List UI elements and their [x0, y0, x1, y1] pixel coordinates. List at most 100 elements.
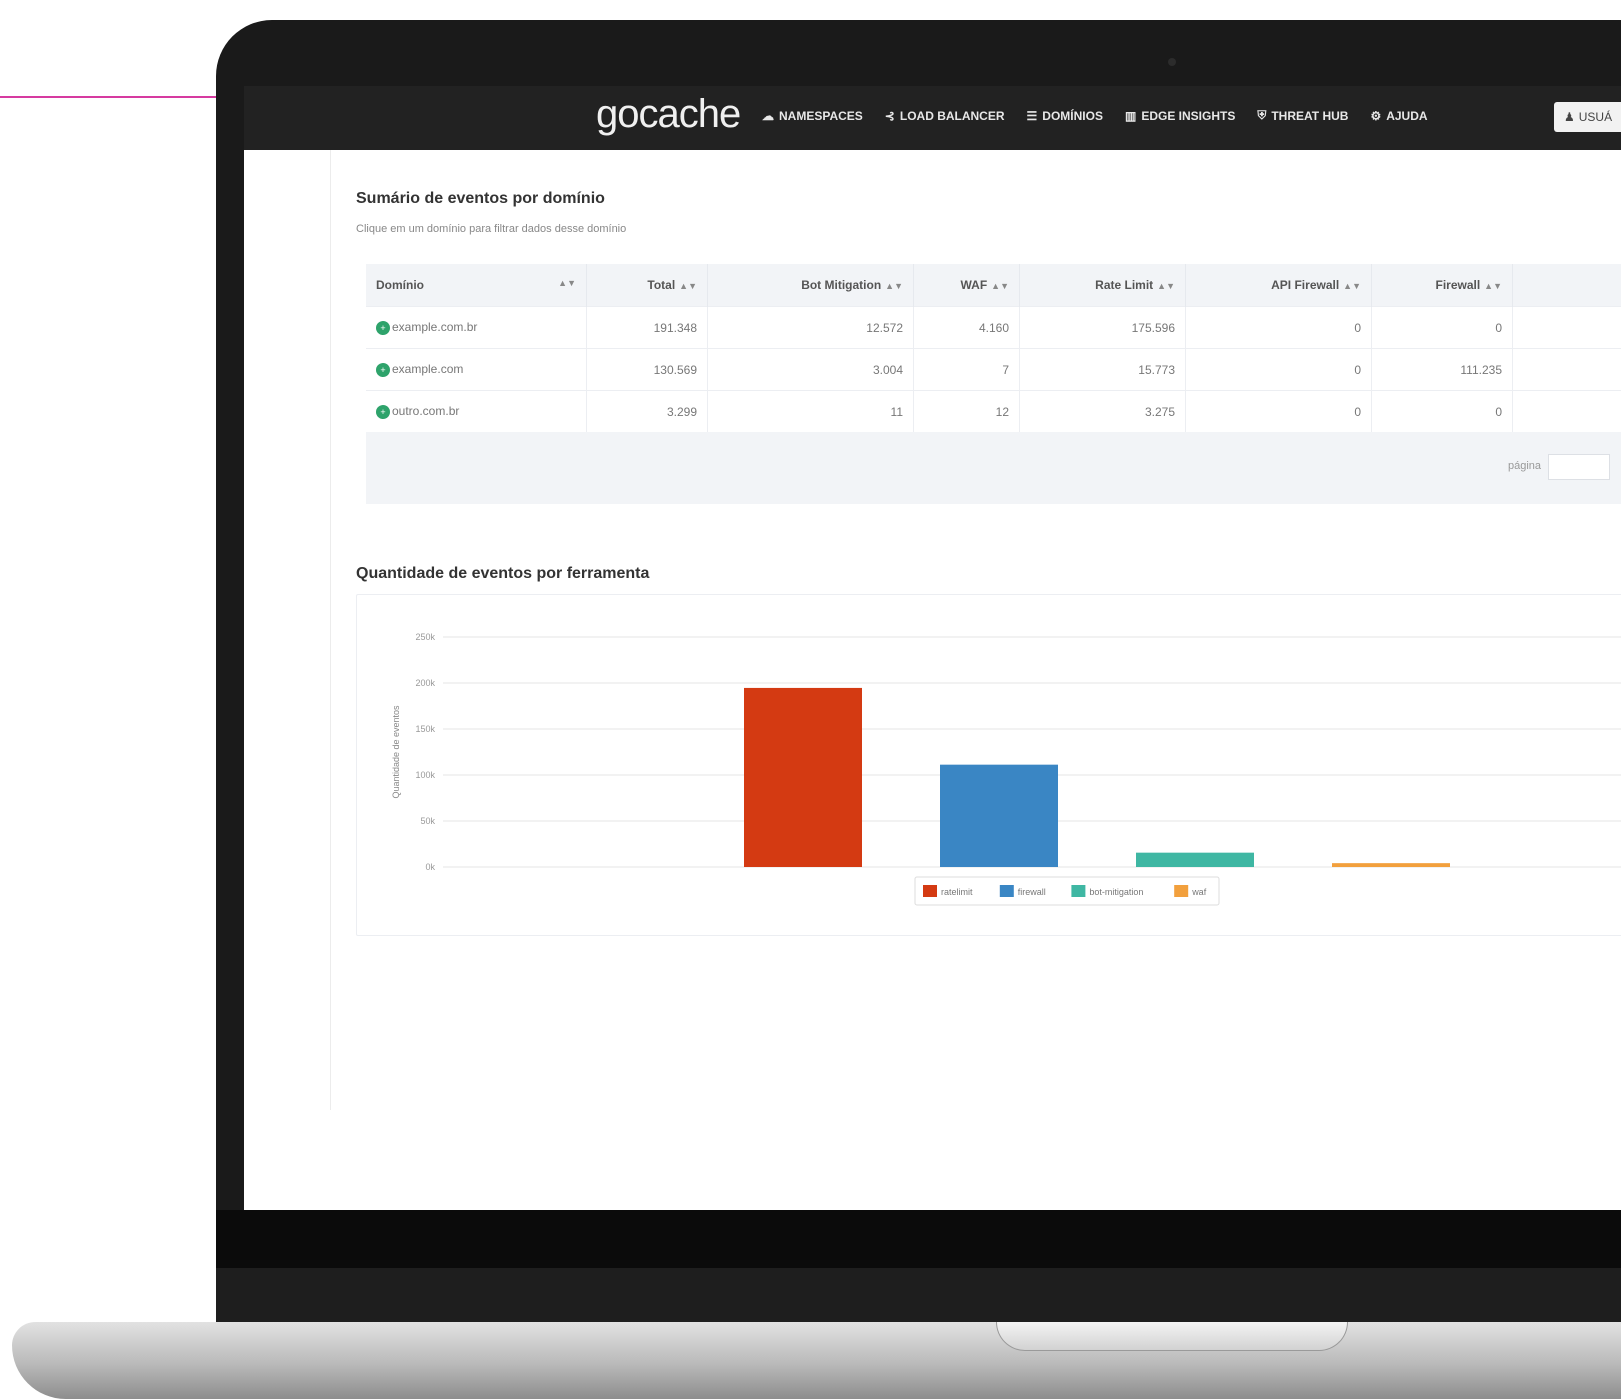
nav-menu: ☁ NAMESPACES ⊰ LOAD BALANCER ☰ DOMÍNIOS … — [762, 108, 1428, 123]
col-header-extra — [1512, 264, 1621, 307]
nav-item-label: EDGE INSIGHTS — [1141, 108, 1236, 123]
share-icon: ⊰ — [884, 108, 895, 123]
bar-waf — [1332, 863, 1450, 867]
cell-extra — [1512, 348, 1621, 391]
col-header-bot-mitigation[interactable]: Bot Mitigation ▲▼ — [707, 264, 914, 307]
sort-icon[interactable]: ▲▼ — [679, 281, 697, 291]
cell-bot-mitigation: 3.004 — [707, 348, 914, 391]
y-axis-label: Quantidade de eventos — [391, 705, 401, 799]
bar-bot-mitigation — [1136, 852, 1254, 867]
cell-waf: 4.160 — [913, 306, 1020, 349]
cell-firewall: 0 — [1371, 306, 1513, 349]
cell-waf: 12 — [913, 390, 1020, 432]
gocache-logo[interactable]: gocache — [596, 92, 741, 137]
legend-label-waf: waf — [1191, 887, 1207, 897]
laptop-base — [12, 1322, 1621, 1399]
col-header-firewall[interactable]: Firewall ▲▼ — [1371, 264, 1513, 307]
bar-ratelimit — [744, 687, 862, 867]
cell-api-firewall: 0 — [1185, 390, 1372, 432]
cloud-icon: ☁ — [762, 108, 774, 123]
legend-swatch-firewall — [999, 885, 1014, 897]
tools-bar-chart: 0k 50k 100k 150k 200k 250k Quantidade de event… — [391, 632, 1621, 906]
col-header-rate-limit[interactable]: Rate Limit ▲▼ — [1019, 264, 1186, 307]
y-tick-label: 50k — [420, 816, 435, 826]
content-divider — [330, 150, 331, 1110]
cell-extra — [1512, 390, 1621, 432]
y-tick-label: 250k — [415, 632, 435, 642]
summary-table: Domínio ▲▼ Total ▲▼ Bot Mitigation ▲▼ WAF ▲▼… — [366, 264, 1621, 432]
summary-subtitle: Clique em um domínio para filtrar dados … — [356, 223, 627, 235]
user-menu-label: USUÁ — [1578, 110, 1613, 124]
cell-total: 191.348 — [586, 306, 708, 349]
y-tick-label: 200k — [415, 678, 435, 688]
sort-icon[interactable]: ▲▼ — [885, 281, 903, 291]
legend-label-bot-mitigation: bot-mitigation — [1089, 887, 1143, 897]
nav-item-threat-hub[interactable]: ⛨ THREAT HUB — [1257, 108, 1348, 123]
cell-api-firewall: 0 — [1185, 306, 1372, 349]
list-icon: ☰ — [1026, 108, 1038, 123]
legend-swatch-waf — [1174, 885, 1189, 897]
domain-cell[interactable]: + outro.com.br — [366, 390, 587, 432]
nav-item-dominios[interactable]: ☰ DOMÍNIOS — [1027, 108, 1103, 123]
sort-icon[interactable]: ▲▼ — [558, 278, 576, 288]
top-navbar: gocache ☁ NAMESPACES ⊰ LOAD BALANCER ☰ D… — [244, 86, 1621, 150]
accent-line — [0, 96, 220, 98]
cell-rate-limit: 15.773 — [1019, 348, 1186, 391]
shield-icon: ⛨ — [1257, 108, 1267, 122]
help-icon: ⚙ — [1370, 108, 1382, 123]
legend-label-firewall: firewall — [1018, 887, 1046, 897]
sort-icon[interactable]: ▲▼ — [1484, 281, 1502, 291]
cell-waf: 7 — [913, 348, 1020, 391]
nav-item-load-balancer[interactable]: ⊰ LOAD BALANCER — [885, 108, 1005, 123]
cell-bot-mitigation: 12.572 — [707, 306, 914, 349]
nav-item-ajuda[interactable]: ⚙ AJUDA — [1370, 108, 1427, 123]
plus-circle-icon[interactable]: + — [376, 362, 390, 377]
table-row[interactable]: + example.com 130.569 3.004 7 15.773 0 11… — [366, 348, 1621, 391]
legend-swatch-bot-mitigation — [1071, 885, 1086, 897]
plus-circle-icon[interactable]: + — [376, 404, 390, 419]
nav-item-label: DOMÍNIOS — [1042, 108, 1103, 123]
pager-label: página — [1508, 460, 1542, 472]
cell-bot-mitigation: 11 — [707, 390, 914, 432]
table-footer: página — [366, 432, 1621, 504]
cell-total: 130.569 — [586, 348, 708, 391]
user-menu-button[interactable]: ♟ USUÁ — [1554, 102, 1621, 132]
table-row[interactable]: + example.com.br 191.348 12.572 4.160 175… — [366, 306, 1621, 349]
tools-chart-card: 0k 50k 100k 150k 200k 250k Quantidade de event… — [356, 594, 1621, 936]
sort-icon[interactable]: ▲▼ — [991, 281, 1009, 291]
legend-label-ratelimit: ratelimit — [941, 887, 973, 897]
nav-item-edge-insights[interactable]: ▥ EDGE INSIGHTS — [1125, 108, 1235, 123]
col-header-waf[interactable]: WAF ▲▼ — [913, 264, 1020, 307]
summary-title: Sumário de eventos por domínio — [356, 190, 605, 207]
col-header-dominio[interactable]: Domínio ▲▼ — [366, 264, 587, 307]
bar-firewall — [940, 764, 1058, 867]
cell-extra — [1512, 306, 1621, 349]
col-header-total[interactable]: Total ▲▼ — [586, 264, 708, 307]
plus-circle-icon[interactable]: + — [376, 320, 390, 335]
page-size-select[interactable] — [1548, 454, 1610, 480]
legend-swatch-ratelimit — [923, 885, 937, 897]
screen: gocache ☁ NAMESPACES ⊰ LOAD BALANCER ☰ D… — [244, 86, 1621, 1210]
table-row[interactable]: + outro.com.br 3.299 11 12 3.275 0 0 — [366, 390, 1621, 432]
nav-item-label: NAMESPACES — [779, 108, 863, 123]
laptop-notch — [996, 1322, 1348, 1351]
y-tick-label: 150k — [415, 724, 435, 734]
col-header-api-firewall[interactable]: API Firewall ▲▼ — [1185, 264, 1372, 307]
sort-icon[interactable]: ▲▼ — [1343, 281, 1361, 291]
nav-item-label: LOAD BALANCER — [899, 108, 1005, 123]
y-tick-label: 100k — [415, 770, 435, 780]
camera-icon — [1168, 58, 1176, 66]
cell-rate-limit: 175.596 — [1019, 306, 1186, 349]
domain-cell[interactable]: + example.com — [366, 348, 587, 391]
cell-total: 3.299 — [586, 390, 708, 432]
domain-cell[interactable]: + example.com.br — [366, 306, 587, 349]
cell-firewall: 111.235 — [1371, 348, 1513, 391]
cell-api-firewall: 0 — [1185, 348, 1372, 391]
bar-chart-icon: ▥ — [1124, 108, 1137, 123]
cell-firewall: 0 — [1371, 390, 1513, 432]
user-icon: ♟ — [1564, 110, 1575, 124]
nav-item-label: AJUDA — [1386, 108, 1428, 123]
sort-icon[interactable]: ▲▼ — [1157, 281, 1175, 291]
tools-chart-title: Quantidade de eventos por ferramenta — [356, 565, 650, 582]
nav-item-namespaces[interactable]: ☁ NAMESPACES — [762, 108, 863, 123]
